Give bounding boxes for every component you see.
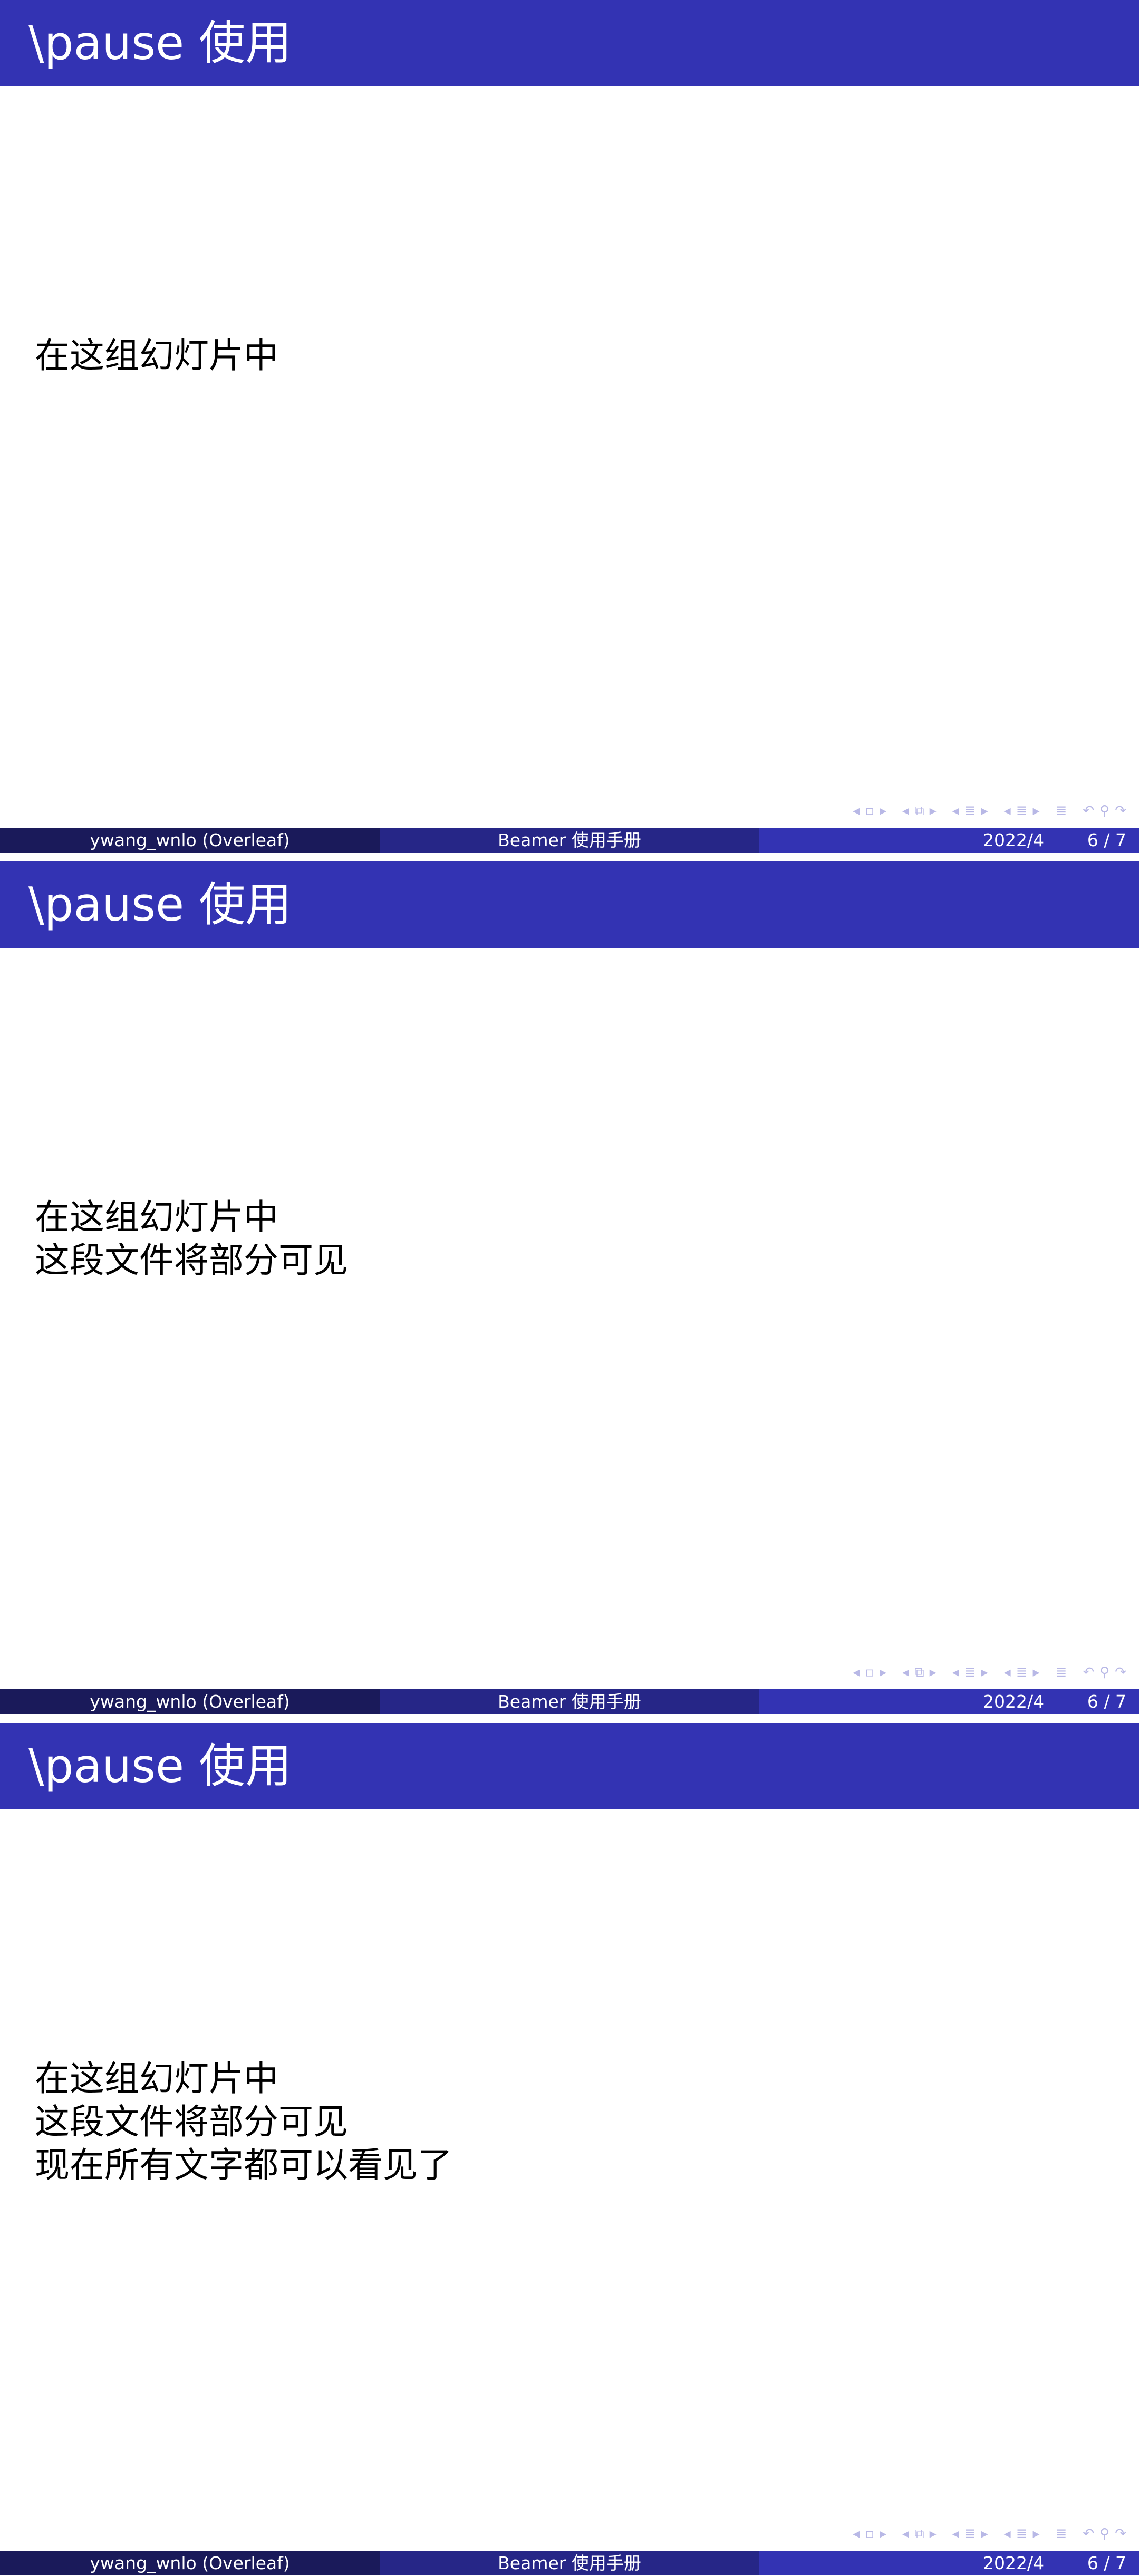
footer-right: 2022/4 6 / 7 bbox=[759, 2551, 1139, 2575]
slide-title: \pause 使用 bbox=[28, 877, 292, 932]
slide-footer: ywang_wnlo (Overleaf) Beamer 使用手册 2022/4… bbox=[0, 828, 1139, 853]
body-line-3: 现在所有文字都可以看见了 bbox=[35, 2145, 452, 2185]
nav-search-icon[interactable]: ⚲ bbox=[1099, 1663, 1109, 1682]
nav-document-icon[interactable]: ≣ bbox=[1056, 2524, 1067, 2543]
nav-frame-icon[interactable]: ▫ bbox=[865, 801, 874, 820]
nav-prev-subsection-icon[interactable]: ◂ bbox=[902, 2524, 909, 2543]
nav-search-icon[interactable]: ⚲ bbox=[1099, 801, 1109, 820]
slide-3: \pause 使用 在这组幻灯片中 这段文件将部分可见 现在所有文字都可以看见了… bbox=[0, 1723, 1139, 2575]
slide-title-bar: \pause 使用 bbox=[0, 861, 1139, 948]
slide-2: \pause 使用 在这组幻灯片中 这段文件将部分可见 ◂ ▫ ▸ ◂ ⧉ ▸ … bbox=[0, 861, 1139, 1714]
navigation-bar: ◂ ▫ ▸ ◂ ⧉ ▸ ◂ ≣ ▸ ◂ ≣ ▸ ≣ ↶ ⚲ ↷ bbox=[847, 1663, 1126, 1682]
footer-page-number: 6 / 7 bbox=[1087, 830, 1126, 850]
nav-prev-section-icon[interactable]: ◂ bbox=[952, 801, 959, 820]
footer-date: 2022/4 bbox=[983, 2553, 1045, 2573]
nav-next-frame-icon[interactable]: ▸ bbox=[880, 1663, 886, 1682]
nav-part-icon[interactable]: ≣ bbox=[1016, 1663, 1028, 1682]
footer-date: 2022/4 bbox=[983, 830, 1045, 850]
footer-title: Beamer 使用手册 bbox=[380, 828, 759, 853]
nav-subsection-icon[interactable]: ⧉ bbox=[914, 801, 924, 820]
nav-back-icon[interactable]: ↶ bbox=[1083, 1663, 1094, 1682]
body-line-1: 在这组幻灯片中 bbox=[35, 1197, 278, 1237]
nav-document-icon[interactable]: ≣ bbox=[1056, 1663, 1067, 1682]
slide-1: \pause 使用 在这组幻灯片中 ◂ ▫ ▸ ◂ ⧉ ▸ ◂ ≣ ▸ ◂ ≣ … bbox=[0, 0, 1139, 853]
nav-back-icon[interactable]: ↶ bbox=[1083, 2524, 1094, 2543]
nav-section-icon[interactable]: ≣ bbox=[964, 2524, 976, 2543]
nav-document-icon[interactable]: ≣ bbox=[1056, 801, 1067, 820]
body-line-2: 这段文件将部分可见 bbox=[35, 1240, 348, 1281]
footer-author: ywang_wnlo (Overleaf) bbox=[0, 828, 380, 853]
nav-prev-section-icon[interactable]: ◂ bbox=[952, 2524, 959, 2543]
footer-author: ywang_wnlo (Overleaf) bbox=[0, 1689, 380, 1714]
navigation-bar: ◂ ▫ ▸ ◂ ⧉ ▸ ◂ ≣ ▸ ◂ ≣ ▸ ≣ ↶ ⚲ ↷ bbox=[847, 2524, 1126, 2543]
footer-page-number: 6 / 7 bbox=[1087, 2553, 1126, 2573]
footer-date: 2022/4 bbox=[983, 1691, 1045, 1712]
body-line-1: 在这组幻灯片中 bbox=[35, 335, 278, 376]
nav-forward-icon[interactable]: ↷ bbox=[1115, 2524, 1126, 2543]
footer-title: Beamer 使用手册 bbox=[380, 1689, 759, 1714]
nav-section-icon[interactable]: ≣ bbox=[964, 1663, 976, 1682]
nav-prev-section-icon[interactable]: ◂ bbox=[952, 1663, 959, 1682]
nav-next-subsection-icon[interactable]: ▸ bbox=[930, 1663, 937, 1682]
slide-footer: ywang_wnlo (Overleaf) Beamer 使用手册 2022/4… bbox=[0, 1689, 1139, 1714]
nav-part-icon[interactable]: ≣ bbox=[1016, 2524, 1028, 2543]
body-line-1: 在这组幻灯片中 bbox=[35, 2058, 278, 2099]
body-line-2: 这段文件将部分可见 bbox=[35, 2102, 348, 2142]
nav-frame-icon[interactable]: ▫ bbox=[865, 1663, 874, 1682]
nav-prev-subsection-icon[interactable]: ◂ bbox=[902, 1663, 909, 1682]
nav-subsection-icon[interactable]: ⧉ bbox=[914, 2524, 924, 2543]
nav-next-section-icon[interactable]: ▸ bbox=[981, 801, 988, 820]
nav-next-part-icon[interactable]: ▸ bbox=[1033, 801, 1040, 820]
nav-next-frame-icon[interactable]: ▸ bbox=[880, 801, 886, 820]
nav-back-icon[interactable]: ↶ bbox=[1083, 801, 1094, 820]
slide-body: 在这组幻灯片中 bbox=[35, 334, 278, 377]
footer-page-number: 6 / 7 bbox=[1087, 1691, 1126, 1712]
nav-next-part-icon[interactable]: ▸ bbox=[1033, 2524, 1040, 2543]
nav-prev-part-icon[interactable]: ◂ bbox=[1004, 2524, 1011, 2543]
nav-part-icon[interactable]: ≣ bbox=[1016, 801, 1028, 820]
nav-frame-icon[interactable]: ▫ bbox=[865, 2524, 874, 2543]
nav-subsection-icon[interactable]: ⧉ bbox=[914, 1663, 924, 1682]
slide-footer: ywang_wnlo (Overleaf) Beamer 使用手册 2022/4… bbox=[0, 2551, 1139, 2575]
footer-title: Beamer 使用手册 bbox=[380, 2551, 759, 2575]
nav-prev-frame-icon[interactable]: ◂ bbox=[853, 801, 860, 820]
nav-prev-part-icon[interactable]: ◂ bbox=[1004, 801, 1011, 820]
nav-next-section-icon[interactable]: ▸ bbox=[981, 1663, 988, 1682]
nav-forward-icon[interactable]: ↷ bbox=[1115, 1663, 1126, 1682]
nav-next-part-icon[interactable]: ▸ bbox=[1033, 1663, 1040, 1682]
slide-title: \pause 使用 bbox=[28, 16, 292, 70]
footer-right: 2022/4 6 / 7 bbox=[759, 1689, 1139, 1714]
nav-next-subsection-icon[interactable]: ▸ bbox=[930, 801, 937, 820]
nav-prev-frame-icon[interactable]: ◂ bbox=[853, 2524, 860, 2543]
nav-next-frame-icon[interactable]: ▸ bbox=[880, 2524, 886, 2543]
slide-title: \pause 使用 bbox=[28, 1739, 292, 1793]
slide-body: 在这组幻灯片中 这段文件将部分可见 bbox=[35, 1196, 348, 1282]
nav-search-icon[interactable]: ⚲ bbox=[1099, 2524, 1109, 2543]
footer-right: 2022/4 6 / 7 bbox=[759, 828, 1139, 853]
navigation-bar: ◂ ▫ ▸ ◂ ⧉ ▸ ◂ ≣ ▸ ◂ ≣ ▸ ≣ ↶ ⚲ ↷ bbox=[847, 801, 1126, 820]
slide-body: 在这组幻灯片中 这段文件将部分可见 现在所有文字都可以看见了 bbox=[35, 2057, 452, 2187]
slide-title-bar: \pause 使用 bbox=[0, 1723, 1139, 1809]
slide-title-bar: \pause 使用 bbox=[0, 0, 1139, 86]
nav-prev-part-icon[interactable]: ◂ bbox=[1004, 1663, 1011, 1682]
nav-next-section-icon[interactable]: ▸ bbox=[981, 2524, 988, 2543]
footer-author: ywang_wnlo (Overleaf) bbox=[0, 2551, 380, 2575]
nav-section-icon[interactable]: ≣ bbox=[964, 801, 976, 820]
nav-next-subsection-icon[interactable]: ▸ bbox=[930, 2524, 937, 2543]
nav-prev-subsection-icon[interactable]: ◂ bbox=[902, 801, 909, 820]
nav-forward-icon[interactable]: ↷ bbox=[1115, 801, 1126, 820]
nav-prev-frame-icon[interactable]: ◂ bbox=[853, 1663, 860, 1682]
